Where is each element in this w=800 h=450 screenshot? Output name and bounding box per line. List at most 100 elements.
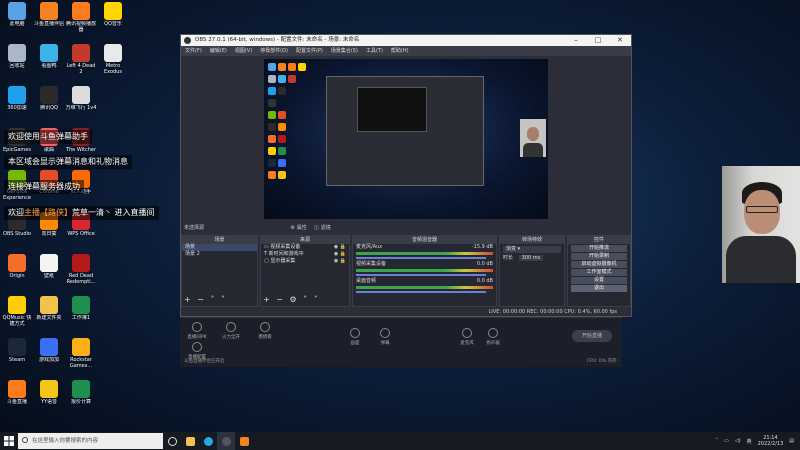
clock[interactable]: 21:14 2022/2/13	[758, 435, 784, 447]
menu-item[interactable]: 停靠部件(D)	[260, 46, 288, 56]
network-icon[interactable]: ▭	[724, 438, 729, 444]
menu-item[interactable]: 视图(V)	[235, 46, 252, 56]
douyu-taskbar-icon[interactable]	[235, 432, 253, 450]
helper-button[interactable]: 摸摸看	[250, 322, 280, 340]
desktop-icon[interactable]: 回收站	[1, 44, 33, 69]
taskbar-search[interactable]: 在这里输入你要搜索的内容	[18, 433, 163, 449]
desktop-icon[interactable]: 报价计算	[65, 380, 97, 405]
desktop-icon[interactable]: Left 4 Dead 2	[65, 44, 97, 75]
desktop-icon-label: Rockstar Games...	[69, 357, 93, 369]
app-icon	[8, 338, 26, 356]
desktop-icon[interactable]: 万维飞行 1v4	[65, 86, 97, 111]
obs-preview[interactable]	[264, 59, 548, 219]
volume-icon[interactable]: ◁)	[735, 438, 741, 444]
desktop-icon[interactable]: 游戏加加	[33, 338, 65, 363]
close-icon[interactable]: ✕	[609, 35, 631, 46]
desktop-icon[interactable]: 腾讯QQ	[33, 86, 65, 111]
transitions-dock: 转场特效 渐变 ▾ 时长 300 ms	[499, 235, 565, 307]
nested-icon	[278, 135, 286, 143]
desktop-icon[interactable]: 看图鸭	[33, 44, 65, 69]
helper-button-icon	[226, 322, 236, 332]
menu-item[interactable]: 文件(F)	[185, 46, 202, 56]
scene-item[interactable]: 场景 2	[182, 251, 257, 258]
desktop-icon[interactable]: YY语音	[33, 380, 65, 405]
menu-item[interactable]: 配置文件(P)	[296, 46, 323, 56]
desktop-icon[interactable]: QQMusic 快捷方式	[1, 296, 33, 327]
source-item[interactable]: ▭ 视频采集设备 ◉ 🔒	[261, 244, 349, 251]
menu-item[interactable]: 工具(T)	[366, 46, 383, 56]
helper-button-icon	[488, 328, 498, 338]
start-live-button[interactable]: 开始直播	[572, 330, 612, 342]
transition-select[interactable]: 渐变 ▾	[503, 246, 561, 253]
duration-row: 时长 300 ms	[500, 255, 564, 262]
helper-button[interactable]: 扬声器	[478, 328, 508, 346]
notification-icon[interactable]: ▤	[789, 438, 794, 444]
control-button[interactable]: 开始推流	[571, 245, 627, 252]
douyu-helper-panel: 直播间PK 火力全开 摸摸看 直播配置 画面 弹幕 麦克风 扬声器 开始直播 斗鱼直播伴侣已开…	[180, 317, 622, 367]
visibility-lock-icon[interactable]: ◉ 🔒	[334, 244, 346, 251]
volume-slider[interactable]	[356, 257, 486, 259]
app-icon	[72, 44, 90, 62]
desktop-icon[interactable]: 新建文件夹	[33, 296, 65, 321]
menu-item[interactable]: 编辑(E)	[210, 46, 227, 56]
menu-item[interactable]: 帮助(H)	[391, 46, 409, 56]
desktop-icon[interactable]: 壁纸	[33, 254, 65, 279]
volume-slider[interactable]	[356, 274, 486, 276]
nested-icon	[278, 123, 286, 131]
helper-button[interactable]: 火力全开	[216, 322, 246, 340]
helper-button[interactable]: 画面	[340, 328, 370, 346]
visibility-lock-icon[interactable]: ◉ 🔒	[334, 258, 346, 265]
desktop-icon[interactable]: 斗鱼直播	[1, 380, 33, 405]
source-item[interactable]: ▢ 显示器采集 ◉ 🔒	[261, 258, 349, 265]
helper-button[interactable]: 弹幕	[370, 328, 400, 346]
scene-item[interactable]: 场景	[182, 244, 257, 251]
app-icon	[40, 44, 58, 62]
obs-window[interactable]: OBS 27.0.1 (64-bit, windows) - 配置文件: 未命名…	[180, 34, 632, 317]
desktop-icon[interactable]: 工作簿1	[65, 296, 97, 321]
start-button[interactable]	[0, 432, 18, 450]
desktop-icon[interactable]: QQ音乐	[97, 2, 129, 27]
obs-logo-icon	[184, 37, 191, 44]
scenes-toolbar[interactable]: + − ˄ ˅	[184, 295, 227, 304]
control-button[interactable]: 启动虚拟摄像机	[571, 261, 627, 268]
source-item[interactable]: T 新时间和游戏中 ◉ 🔒	[261, 251, 349, 258]
desktop-icon-label: OBS Studio	[3, 231, 31, 237]
control-button[interactable]: 退出	[571, 285, 627, 292]
desktop-icon[interactable]: 斗鱼直播伴侣	[33, 2, 65, 27]
desktop-icon[interactable]: Steam	[1, 338, 33, 363]
control-button[interactable]: 工作室模式	[571, 269, 627, 276]
maximize-icon[interactable]: □	[587, 35, 609, 46]
obs-taskbar-icon[interactable]	[217, 432, 235, 450]
duration-input[interactable]: 300 ms	[518, 255, 544, 261]
volume-slider[interactable]	[356, 291, 486, 293]
file-explorer-icon[interactable]	[181, 432, 199, 450]
desktop-icon-label: EpicGames	[3, 147, 31, 153]
scenes-dock: 场景 场景 场景 2 + − ˄ ˅	[181, 235, 258, 307]
desktop-icon[interactable]: Origin	[1, 254, 33, 279]
helper-button-label: 扬声器	[486, 341, 500, 346]
sources-toolbar[interactable]: + − ⚙ ˄ ˅	[263, 295, 320, 304]
control-button[interactable]: 开始录制	[571, 253, 627, 260]
properties-button[interactable]: ⚙ 属性	[291, 224, 307, 233]
menu-item[interactable]: 场景集合(S)	[331, 46, 358, 56]
minimize-icon[interactable]: –	[565, 35, 587, 46]
desktop-icon[interactable]: Metro Exodus	[97, 44, 129, 75]
desktop-icon[interactable]: 此电脑	[1, 2, 33, 27]
task-view-icon[interactable]	[163, 432, 181, 450]
obs-titlebar[interactable]: OBS 27.0.1 (64-bit, windows) - 配置文件: 未命名…	[181, 35, 631, 46]
desktop-icon-label: Origin	[9, 273, 25, 279]
tray-chevron-icon[interactable]: ˄	[716, 438, 719, 444]
controls-dock: 控件 开始推流 开始录制 启动虚拟摄像机 工作室模式 设置 退出	[567, 235, 631, 307]
filters-button[interactable]: ◫ 滤镜	[314, 225, 330, 231]
visibility-lock-icon[interactable]: ◉ 🔒	[334, 251, 346, 258]
desktop-icon[interactable]: Rockstar Games...	[65, 338, 97, 369]
helper-button[interactable]: 直播间PK	[182, 322, 212, 340]
desktop-icon[interactable]: 360加速	[1, 86, 33, 111]
desktop-icon[interactable]: Red Dead Redempti...	[65, 254, 97, 285]
danmaku-line: 连接弹幕服务器成功	[4, 180, 84, 194]
control-button[interactable]: 设置	[571, 277, 627, 284]
danmaku-text: 荒草一清丶 进入直播间	[72, 208, 155, 217]
desktop-icon[interactable]: 腾讯视频播放器	[65, 2, 97, 33]
edge-icon[interactable]	[199, 432, 217, 450]
input-language[interactable]: 英	[747, 438, 752, 445]
